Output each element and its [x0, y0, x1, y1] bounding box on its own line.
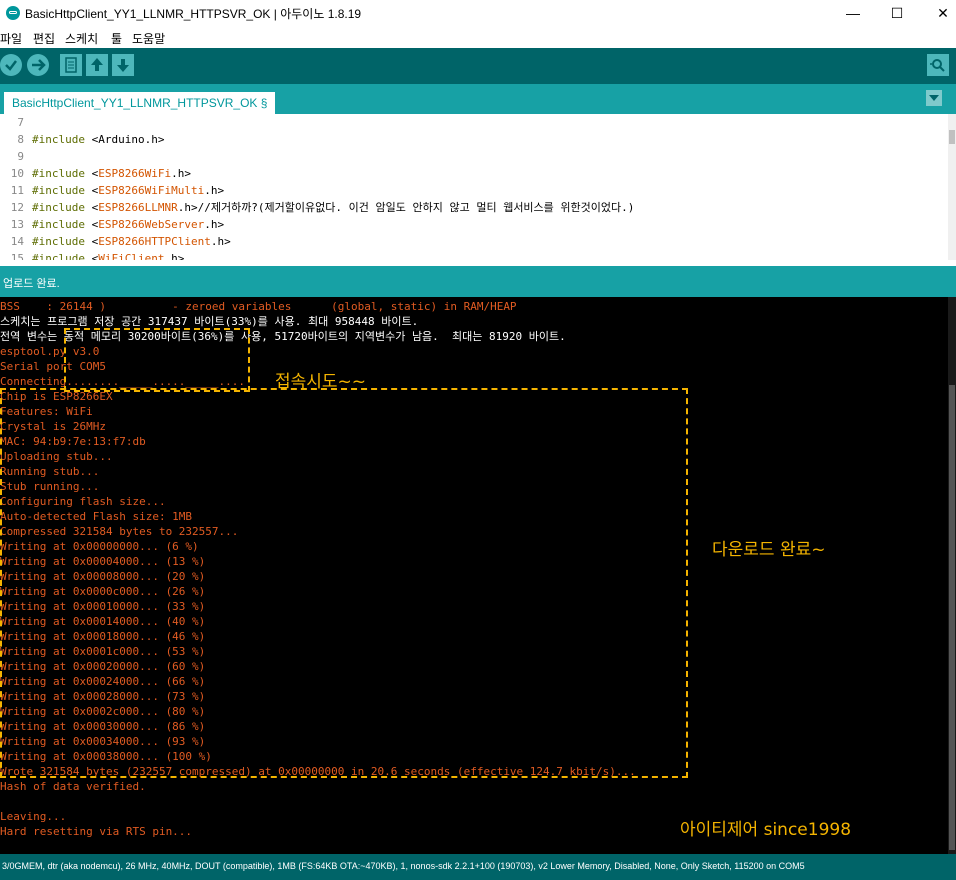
download-highlight-box	[0, 388, 688, 778]
console-line: BSS : 26144 ) - zeroed variables (global…	[0, 300, 517, 313]
code-line: 11 #include <ESP8266WiFiMulti.h>	[10, 184, 225, 197]
close-button[interactable]: ✕	[920, 0, 956, 26]
serial-monitor-icon[interactable]	[927, 54, 949, 76]
board-info-bar: 3/0GMEM, dtr (aka nodemcu), 26 MHz, 40MH…	[0, 854, 956, 880]
upload-icon[interactable]	[27, 54, 49, 76]
save-icon[interactable]	[112, 54, 134, 76]
console-line: Hash of data verified.	[0, 780, 146, 793]
code-line: 7	[17, 116, 24, 129]
window-title: BasicHttpClient_YY1_LLNMR_HTTPSVR_OK | 아…	[25, 7, 362, 21]
tab-sketch[interactable]: BasicHttpClient_YY1_LLNMR_HTTPSVR_OK §	[4, 92, 276, 114]
console-line: 스케치는 프로그램 저장 공간 317437 바이트(33%)를 사용. 최대 …	[0, 315, 419, 328]
brand-annotation: 아이티제어 since1998	[680, 820, 852, 840]
menu-sketch[interactable]: 스케치	[65, 30, 98, 47]
console-line: Hard resetting via RTS pin...	[0, 825, 193, 838]
menu-help[interactable]: 도움말	[132, 30, 165, 47]
code-line: 12 #include <ESP8266LLMNR.h>//제거하까?(제거할이유…	[10, 201, 635, 214]
tab-menu-chevron-down-icon[interactable]	[926, 90, 942, 106]
toolbar	[0, 48, 956, 84]
arduino-icon	[6, 6, 20, 20]
verify-icon[interactable]	[0, 54, 22, 76]
code-line: 15 #include <WiFiClient.h>	[10, 252, 185, 260]
console-output[interactable]: Hard resetting via RTS pin... Leaving... H…	[0, 297, 948, 854]
connect-highlight-box	[64, 328, 250, 392]
status-message: 업로드 완료.	[3, 278, 60, 290]
console-scroll-thumb[interactable]	[949, 385, 955, 850]
code-editor[interactable]: 7 8 #include <Arduino.h> 9 10 #include <ES…	[0, 114, 956, 260]
download-annotation: 다운로드 완료~	[712, 540, 826, 560]
code-line: 14 #include <ESP8266HTTPClient.h>	[10, 235, 231, 248]
menu-file[interactable]: 파일	[0, 30, 22, 47]
new-icon[interactable]	[60, 54, 82, 76]
status-bar: 업로드 완료.	[0, 266, 956, 297]
maximize-button[interactable]: ☐	[874, 0, 920, 26]
board-info: 3/0GMEM, dtr (aka nodemcu), 26 MHz, 40MH…	[2, 861, 805, 871]
open-icon[interactable]	[86, 54, 108, 76]
editor-scroll-thumb[interactable]	[949, 130, 955, 144]
title-bar: BasicHttpClient_YY1_LLNMR_HTTPSVR_OK | 아…	[0, 0, 956, 26]
tab-strip: BasicHttpClient_YY1_LLNMR_HTTPSVR_OK §	[0, 84, 956, 114]
menu-bar: 파일 편집 스케치 툴 도움말	[0, 26, 956, 48]
code-line: 8 #include <Arduino.h>	[17, 133, 165, 146]
console-line: Leaving...	[0, 810, 67, 823]
menu-edit[interactable]: 편집	[33, 30, 55, 47]
menu-tools[interactable]: 툴	[111, 30, 122, 47]
code-line: 9	[17, 150, 24, 163]
code-line: 10 #include <ESP8266WiFi.h>	[10, 167, 191, 180]
code-line: 13 #include <ESP8266WebServer.h>	[10, 218, 225, 231]
connect-annotation: 접속시도~~	[275, 372, 367, 392]
minimize-button[interactable]: —	[830, 0, 876, 26]
